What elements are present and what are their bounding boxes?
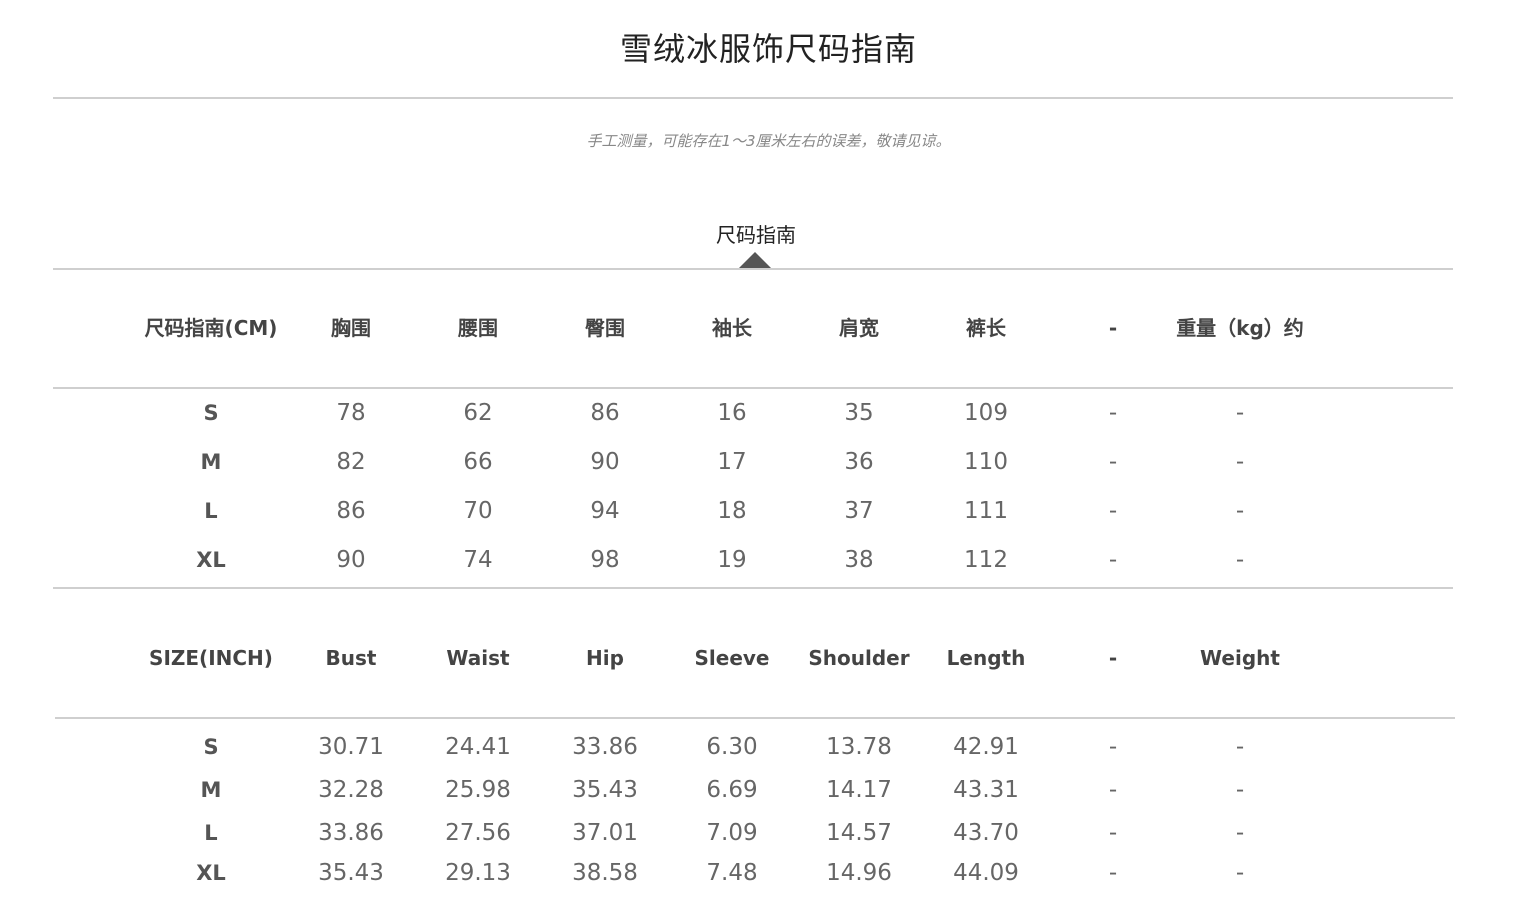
table-row: L 86 70 94 18 37 111 - - <box>0 496 1537 526</box>
measurement-note: 手工测量，可能存在1～3厘米左右的误差，敬请见谅。 <box>586 132 951 150</box>
header-cell: Weight <box>1200 646 1280 670</box>
inch-header-divider <box>55 717 1455 719</box>
size-label: L <box>204 499 218 523</box>
table-row: XL 90 74 98 19 38 112 - - <box>0 545 1537 575</box>
size-label: XL <box>196 861 226 885</box>
size-label: XL <box>196 548 226 572</box>
tab-divider <box>53 268 1453 270</box>
size-label: L <box>204 821 218 845</box>
table-cell: - <box>1235 498 1245 524</box>
size-label: M <box>200 450 222 474</box>
title-divider <box>53 97 1453 99</box>
cm-header-divider <box>53 387 1453 389</box>
page-title: 雪绒冰服饰尺码指南 <box>619 30 917 68</box>
table-row: M 32.28 25.98 35.43 6.69 14.17 43.31 - - <box>0 775 1537 805</box>
table-row: L 33.86 27.56 37.01 7.09 14.57 43.70 - - <box>0 818 1537 848</box>
table-cell: - <box>1235 547 1245 573</box>
table-row: S 30.71 24.41 33.86 6.30 13.78 42.91 - - <box>0 732 1537 762</box>
table-row: XL 35.43 29.13 38.58 7.48 14.96 44.09 - … <box>0 858 1537 888</box>
header-cell: SIZE(INCH) <box>149 646 273 670</box>
table-cell: - <box>1235 734 1245 760</box>
header-cell: 尺码指南(CM) <box>144 316 278 340</box>
table-cell: - <box>1235 860 1245 886</box>
table-cell: - <box>1235 820 1245 846</box>
size-label: S <box>203 401 219 425</box>
table-cell: - <box>1235 400 1245 426</box>
table-cell: - <box>1235 449 1245 475</box>
size-label: M <box>200 778 222 802</box>
table-row: M 82 66 90 17 36 110 - - <box>0 447 1537 477</box>
inch-header-row: SIZE(INCH) Bust Waist Hip Sleeve Shoulde… <box>0 643 1537 673</box>
size-label: S <box>203 735 219 759</box>
tab-caret-icon <box>738 252 772 269</box>
table-row: S 78 62 86 16 35 109 - - <box>0 398 1537 428</box>
table-cell: - <box>1235 777 1245 803</box>
tab-size-guide[interactable]: 尺码指南 <box>0 219 1512 248</box>
header-cell: 重量（kg）约 <box>1176 316 1304 340</box>
table-divider <box>53 587 1453 589</box>
cm-header-row: 尺码指南(CM) 胸围 腰围 臀围 袖长 肩宽 裤长 - 重量（kg）约 <box>0 313 1537 343</box>
